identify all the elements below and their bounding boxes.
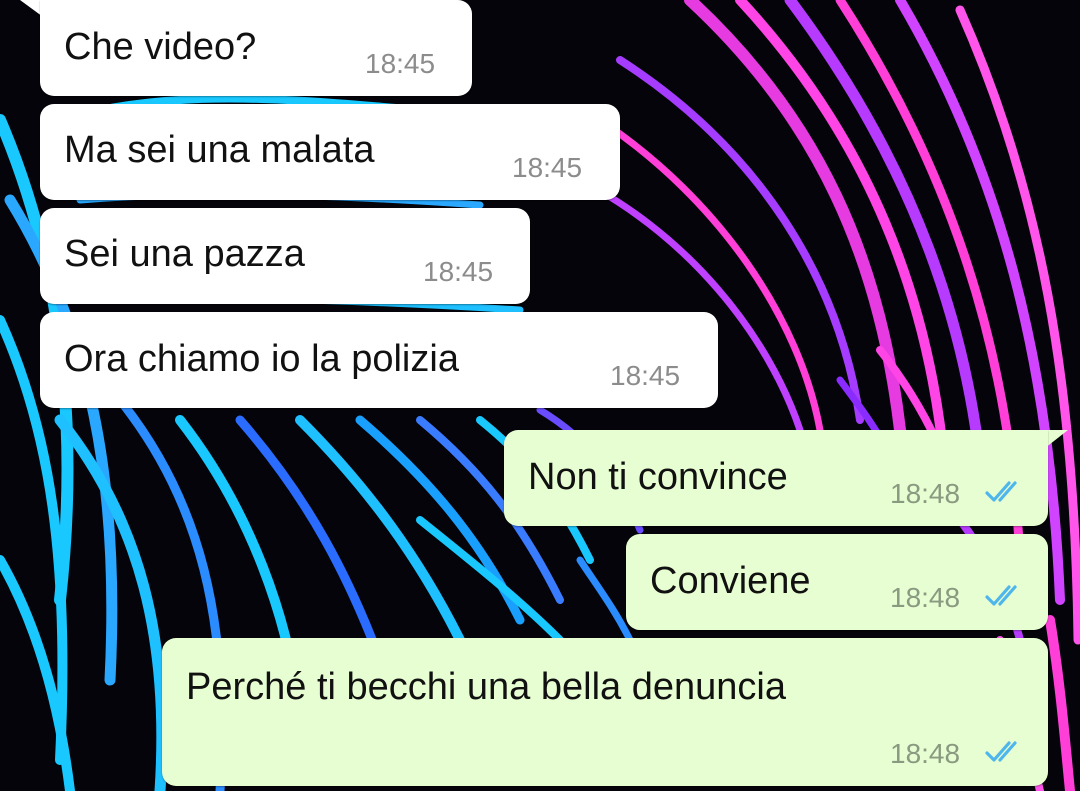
message-timestamp: 18:48 xyxy=(890,738,961,769)
message-bubble-incoming[interactable]: Ma sei una malata 18:45 xyxy=(40,104,620,200)
message-bubble-outgoing[interactable]: Non ti convince 18:48 xyxy=(504,430,1048,526)
chat-screen: Che video? 18:45 Ma sei una malata 18:45… xyxy=(0,0,1080,791)
message-timestamp: 18:48 xyxy=(890,582,961,613)
message-timestamp: 18:45 xyxy=(610,360,681,391)
read-double-check-icon xyxy=(985,585,1017,606)
message-timestamp: 18:48 xyxy=(890,478,961,509)
message-timestamp: 18:45 xyxy=(512,152,583,183)
message-bubble-outgoing[interactable]: Conviene 18:48 xyxy=(626,534,1048,630)
message-text: Ora chiamo io la polizia xyxy=(64,338,459,380)
message-text: Non ti convince xyxy=(528,456,788,498)
read-double-check-icon xyxy=(985,741,1017,762)
message-text: Sei una pazza xyxy=(64,233,305,275)
message-text: Che video? xyxy=(64,26,257,68)
message-timestamp: 18:45 xyxy=(423,256,494,287)
message-text: Perché ti becchi una bella denuncia xyxy=(186,666,786,708)
message-timestamp: 18:45 xyxy=(365,48,436,79)
message-bubble-incoming[interactable]: Ora chiamo io la polizia 18:45 xyxy=(40,312,718,408)
message-bubble-incoming[interactable]: Sei una pazza 18:45 xyxy=(40,208,530,304)
read-double-check-icon xyxy=(985,481,1017,502)
message-bubble-incoming[interactable]: Che video? 18:45 xyxy=(40,0,472,96)
message-text: Conviene xyxy=(650,560,811,602)
message-text: Ma sei una malata xyxy=(64,129,375,171)
message-bubble-outgoing[interactable]: Perché ti becchi una bella denuncia 18:4… xyxy=(162,638,1048,786)
